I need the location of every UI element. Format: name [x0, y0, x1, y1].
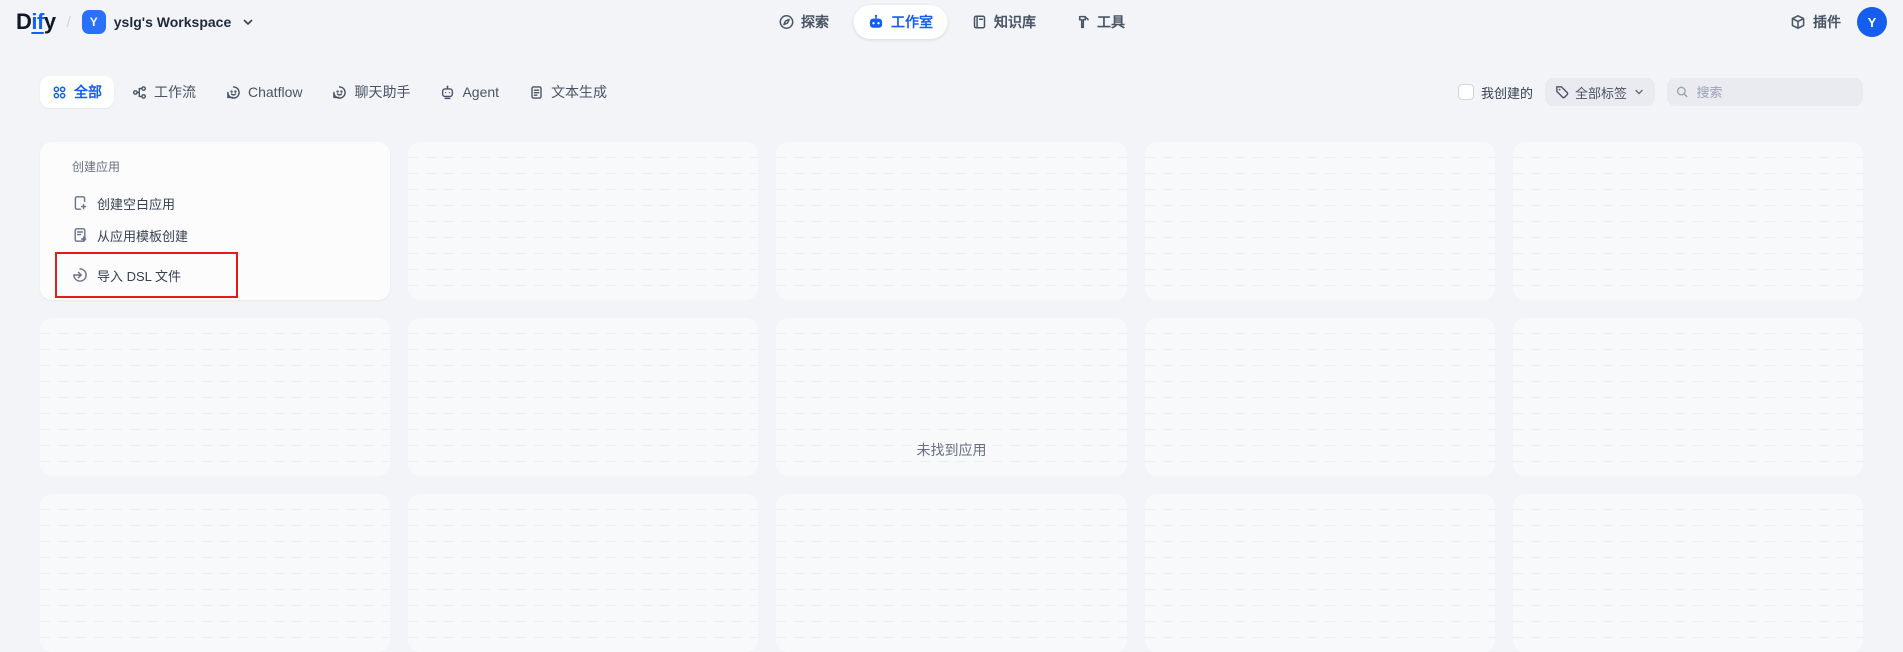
- chat-assistant-icon: [332, 85, 347, 100]
- placeholder-card: [1145, 318, 1495, 476]
- import-dsl-icon: [72, 267, 88, 283]
- tab-workflow[interactable]: 工作流: [120, 76, 208, 108]
- workspace-name: yslg's Workspace: [114, 14, 231, 30]
- plugin-box-icon: [1790, 14, 1806, 30]
- created-by-me-checkbox[interactable]: [1458, 84, 1474, 100]
- search-icon: [1676, 85, 1689, 99]
- knowledge-book-icon: [971, 14, 987, 30]
- tools-hammer-icon: [1074, 14, 1090, 30]
- placeholder-card: [408, 318, 758, 476]
- placeholder-card: [1513, 142, 1863, 300]
- tab-label: 全部: [74, 82, 102, 102]
- nav-item-tools[interactable]: 工具: [1060, 5, 1139, 39]
- placeholder-card: [408, 494, 758, 652]
- search-box[interactable]: [1667, 78, 1863, 106]
- top-header: Dify / Y yslg's Workspace 探索 工作室 知识库 工具 …: [0, 0, 1903, 44]
- chevron-down-icon: [241, 15, 255, 29]
- nav-label: 探索: [801, 12, 829, 32]
- template-file-icon: [72, 227, 88, 243]
- tab-chat-assistant[interactable]: 聊天助手: [320, 76, 422, 108]
- explore-icon: [778, 14, 794, 30]
- logo-part-y: y: [44, 9, 56, 35]
- tab-label: Agent: [462, 84, 499, 100]
- breadcrumb-separator: /: [67, 14, 71, 31]
- created-by-me-label: 我创建的: [1481, 83, 1533, 102]
- placeholder-card: [1513, 494, 1863, 652]
- placeholder-card: [1513, 318, 1863, 476]
- nav-item-explore[interactable]: 探索: [764, 5, 843, 39]
- tab-all[interactable]: 全部: [40, 76, 114, 108]
- create-from-template-button[interactable]: 从应用模板创建: [72, 219, 370, 251]
- create-blank-app-button[interactable]: 创建空白应用: [72, 187, 370, 219]
- main-nav: 探索 工作室 知识库 工具: [764, 5, 1139, 39]
- app-grid: 创建应用 创建空白应用 从应用模板创建 导入 DSL 文件: [0, 142, 1903, 652]
- placeholder-card: [1145, 494, 1495, 652]
- header-right: 插件 Y: [1790, 7, 1887, 37]
- plugins-button[interactable]: 插件: [1790, 12, 1841, 32]
- nav-item-studio[interactable]: 工作室: [853, 5, 947, 39]
- placeholder-card: [776, 142, 1126, 300]
- tab-label: 文本生成: [551, 82, 607, 102]
- logo-part-d: D: [16, 9, 31, 35]
- empty-state-message: 未找到应用: [917, 440, 987, 460]
- plugins-label: 插件: [1813, 12, 1841, 32]
- tab-label: 工作流: [154, 82, 196, 102]
- placeholder-card: [776, 494, 1126, 652]
- tab-agent[interactable]: Agent: [428, 78, 511, 106]
- placeholder-card: [1145, 142, 1495, 300]
- studio-robot-icon: [867, 14, 884, 31]
- created-by-me-filter[interactable]: 我创建的: [1458, 83, 1533, 102]
- dify-logo[interactable]: Dify: [16, 9, 56, 35]
- import-dsl-button[interactable]: 导入 DSL 文件: [72, 266, 181, 285]
- tab-chatflow[interactable]: Chatflow: [214, 78, 314, 106]
- filter-bar: 全部 工作流 Chatflow 聊天助手 Agent 文本生成 我创建的: [0, 78, 1903, 106]
- tab-label: 聊天助手: [354, 82, 410, 102]
- placeholder-card: [40, 494, 390, 652]
- create-option-label: 从应用模板创建: [97, 226, 188, 245]
- chevron-down-icon: [1633, 86, 1645, 98]
- agent-robot-icon: [440, 85, 455, 100]
- app-type-tabs: 全部 工作流 Chatflow 聊天助手 Agent 文本生成: [40, 76, 619, 108]
- create-option-label: 创建空白应用: [97, 194, 175, 213]
- create-option-label: 导入 DSL 文件: [97, 266, 181, 285]
- grid-apps-icon: [52, 85, 67, 100]
- create-app-card: 创建应用 创建空白应用 从应用模板创建 导入 DSL 文件: [40, 142, 390, 300]
- nav-label: 工作室: [891, 12, 933, 32]
- text-generation-icon: [529, 85, 544, 100]
- placeholder-card: [40, 318, 390, 476]
- workspace-avatar: Y: [82, 10, 106, 34]
- tag-icon: [1555, 85, 1569, 99]
- user-avatar[interactable]: Y: [1857, 7, 1887, 37]
- import-dsl-highlight-box: 导入 DSL 文件: [55, 252, 238, 298]
- placeholder-card: [408, 142, 758, 300]
- file-plus-icon: [72, 195, 88, 211]
- nav-label: 知识库: [994, 12, 1036, 32]
- tag-filter-label: 全部标签: [1575, 83, 1627, 102]
- chatflow-icon: [226, 85, 241, 100]
- logo-part-if: if: [31, 9, 43, 35]
- tab-label: Chatflow: [248, 84, 302, 100]
- search-input[interactable]: [1695, 84, 1854, 101]
- tag-filter-dropdown[interactable]: 全部标签: [1545, 78, 1655, 106]
- tab-text-generation[interactable]: 文本生成: [517, 76, 619, 108]
- create-app-title: 创建应用: [72, 158, 370, 175]
- nav-label: 工具: [1097, 12, 1125, 32]
- filter-right: 我创建的 全部标签: [1458, 78, 1863, 106]
- nav-item-knowledge[interactable]: 知识库: [957, 5, 1050, 39]
- workspace-selector[interactable]: Y yslg's Workspace: [82, 10, 255, 34]
- workflow-icon: [132, 85, 147, 100]
